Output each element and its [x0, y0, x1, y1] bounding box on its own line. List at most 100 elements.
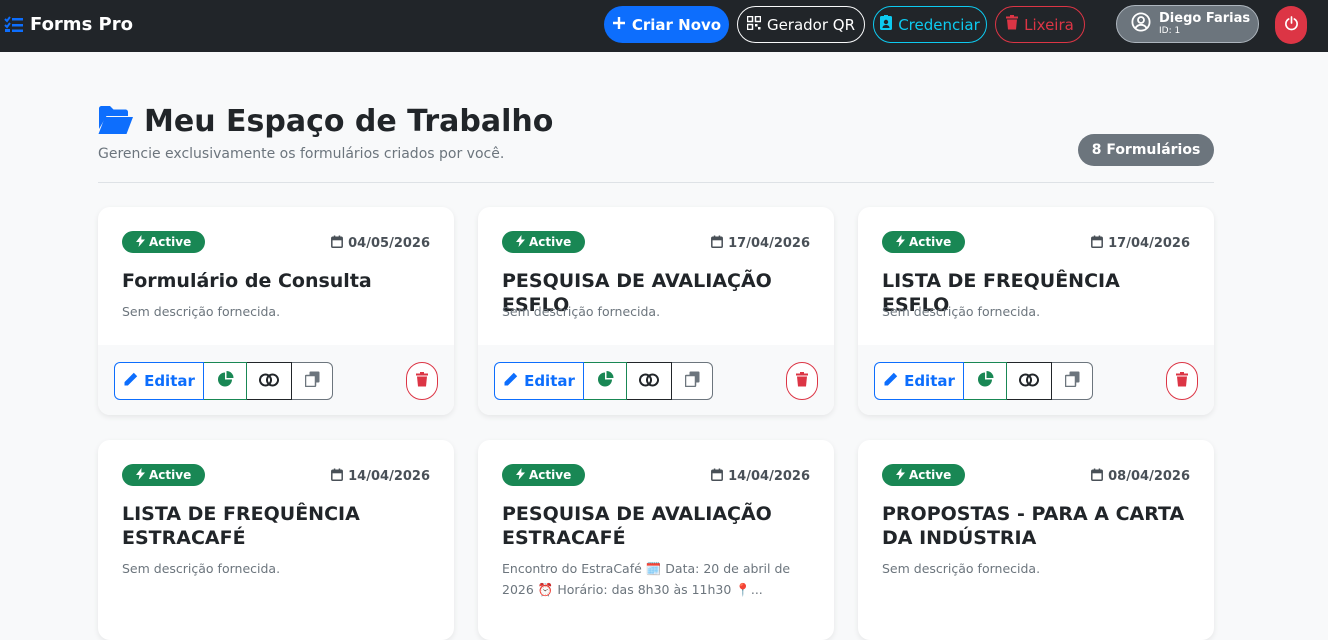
folder-open-icon	[98, 105, 134, 139]
trash-icon	[796, 371, 808, 391]
qrcode-icon	[746, 15, 762, 34]
bolt-icon	[896, 234, 905, 250]
calendar-icon	[711, 235, 724, 252]
copy-icon	[1064, 371, 1080, 391]
status-badge: Active	[502, 464, 586, 486]
chart-pie-icon	[597, 370, 614, 392]
card-description: Sem descrição fornecida.	[122, 304, 281, 319]
user-menu[interactable]: Diego Farias ID: 1	[1116, 5, 1259, 43]
delete-button[interactable]	[1166, 362, 1198, 400]
form-card: Active 08/04/2026 PROPOSTAS - PARA A CAR…	[858, 440, 1214, 640]
bolt-icon	[516, 467, 525, 483]
form-card: Active 17/04/2026 PESQUISA DE AVALIAÇÃO …	[478, 207, 834, 415]
chart-pie-icon	[977, 370, 994, 392]
delete-button[interactable]	[406, 362, 438, 400]
stats-button[interactable]	[204, 362, 247, 400]
bolt-icon	[896, 467, 905, 483]
card-date-value: 17/04/2026	[728, 236, 810, 251]
duplicate-button[interactable]	[1052, 362, 1093, 400]
calendar-icon	[331, 468, 344, 485]
status-label: Active	[149, 235, 192, 249]
card-date-value: 08/04/2026	[1108, 469, 1190, 484]
pencil-icon	[503, 372, 518, 391]
link-icon	[259, 372, 279, 391]
qr-generator-button[interactable]: Gerador QR	[737, 6, 865, 43]
status-badge: Active	[122, 464, 206, 486]
card-date: 14/04/2026	[711, 468, 810, 485]
status-badge: Active	[502, 231, 586, 253]
form-card: Active 17/04/2026 LISTA DE FREQUÊNCIA ES…	[858, 207, 1214, 415]
forms-count-badge: 8 Formulários	[1078, 134, 1214, 166]
credential-button[interactable]: Credenciar	[873, 6, 987, 43]
card-description: Sem descrição fornecida.	[502, 304, 661, 319]
user-name: Diego Farias	[1159, 11, 1251, 26]
header-divider	[98, 182, 1214, 183]
card-action-group: Editar	[494, 362, 713, 400]
edit-label: Editar	[144, 372, 195, 390]
page-title: Meu Espaço de Trabalho	[144, 104, 554, 139]
card-title: PROPOSTAS - PARA A CARTA DA INDÚSTRIA	[882, 503, 1185, 549]
trash-icon	[1176, 371, 1188, 391]
card-title: Formulário de Consulta	[122, 270, 372, 292]
status-label: Active	[529, 468, 572, 482]
status-badge: Active	[882, 231, 966, 253]
power-icon	[1284, 15, 1299, 35]
edit-button[interactable]: Editar	[494, 362, 584, 400]
status-label: Active	[529, 235, 572, 249]
copy-link-button[interactable]	[1007, 362, 1052, 400]
create-new-button[interactable]: Criar Novo	[604, 6, 729, 43]
card-date-value: 04/05/2026	[348, 236, 430, 251]
bolt-icon	[136, 467, 145, 483]
form-card: Active 14/04/2026 PESQUISA DE AVALIAÇÃO …	[478, 440, 834, 640]
trash-icon	[416, 371, 428, 391]
edit-button[interactable]: Editar	[114, 362, 204, 400]
trash-button[interactable]: Lixeira	[995, 6, 1085, 43]
card-date: 17/04/2026	[1091, 235, 1190, 252]
card-date-value: 14/04/2026	[728, 469, 810, 484]
calendar-icon	[331, 235, 344, 252]
duplicate-button[interactable]	[292, 362, 333, 400]
card-date: 14/04/2026	[331, 468, 430, 485]
create-new-label: Criar Novo	[631, 15, 722, 34]
link-icon	[1019, 372, 1039, 391]
page-subtitle: Gerencie exclusivamente os formulários c…	[98, 146, 505, 162]
status-label: Active	[149, 468, 192, 482]
status-badge: Active	[882, 464, 966, 486]
status-label: Active	[909, 235, 952, 249]
user-circle-icon	[1131, 12, 1151, 36]
plus-icon	[612, 16, 626, 34]
logout-button[interactable]	[1275, 6, 1307, 44]
copy-link-button[interactable]	[247, 362, 292, 400]
card-description: Encontro do EstraCafé 🗓️ Data: 20 de abr…	[502, 561, 791, 597]
card-title: PESQUISA DE AVALIAÇÃO ESTRACAFÉ	[502, 503, 772, 549]
edit-label: Editar	[904, 372, 955, 390]
card-date-value: 17/04/2026	[1108, 236, 1190, 251]
card-action-group: Editar	[114, 362, 333, 400]
pencil-icon	[883, 372, 898, 391]
card-action-group: Editar	[874, 362, 1093, 400]
trash-label: Lixeira	[1024, 15, 1074, 34]
card-footer: Editar	[858, 345, 1214, 415]
edit-button[interactable]: Editar	[874, 362, 964, 400]
card-description: Sem descrição fornecida.	[122, 561, 281, 576]
list-check-icon	[4, 15, 24, 34]
card-title: LISTA DE FREQUÊNCIA ESTRACAFÉ	[122, 503, 360, 549]
brand-name: Forms Pro	[30, 14, 133, 35]
duplicate-button[interactable]	[672, 362, 713, 400]
card-description: Sem descrição fornecida.	[882, 561, 1041, 576]
card-footer: Editar	[478, 345, 834, 415]
brand[interactable]: Forms Pro	[4, 14, 133, 35]
top-navbar: Forms Pro Criar Novo Gerador QR Credenci…	[0, 0, 1328, 52]
card-date: 08/04/2026	[1091, 468, 1190, 485]
card-date: 17/04/2026	[711, 235, 810, 252]
status-label: Active	[909, 468, 952, 482]
card-date-value: 14/04/2026	[348, 469, 430, 484]
copy-link-button[interactable]	[627, 362, 672, 400]
status-badge: Active	[122, 231, 206, 253]
card-date: 04/05/2026	[331, 235, 430, 252]
stats-button[interactable]	[964, 362, 1007, 400]
trash-icon	[1006, 15, 1019, 34]
delete-button[interactable]	[786, 362, 818, 400]
stats-button[interactable]	[584, 362, 627, 400]
calendar-icon	[1091, 468, 1104, 485]
